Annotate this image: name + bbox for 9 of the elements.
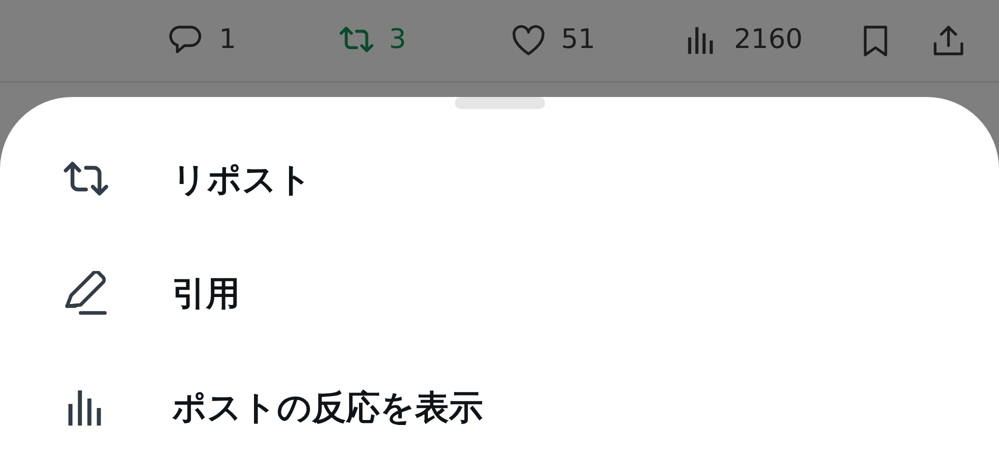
count-label: 1 [219,23,236,58]
heart-icon[interactable] [510,23,547,58]
menu-item[interactable]: ポストの反応を表示 [172,382,483,434]
count-label: 3 [389,23,406,58]
count-label: 2160 [734,23,803,58]
drag-handle[interactable] [454,97,544,109]
menu-item[interactable]: リポスト [172,154,312,206]
menu-item[interactable]: 引用 [172,268,240,320]
count-label: 51 [561,23,596,58]
